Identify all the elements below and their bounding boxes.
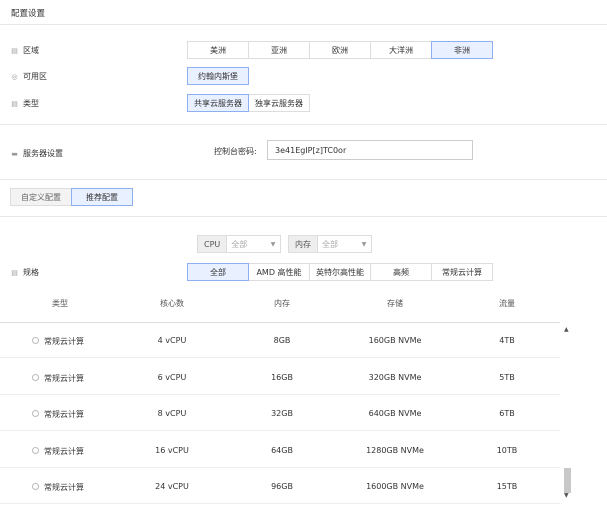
spec-label-group: ▤ 规格 — [11, 267, 39, 278]
region-option-oceania[interactable]: 大洋洲 — [370, 41, 432, 59]
memory-filter-select[interactable]: 内存 全部 ▼ — [288, 235, 372, 253]
type-option-shared[interactable]: 共享云服务器 — [187, 94, 249, 112]
cell-cores: 24 vCPU — [155, 482, 189, 491]
row-radio[interactable] — [32, 373, 39, 381]
col-header-type: 类型 — [52, 299, 68, 308]
divider — [0, 216, 607, 217]
chevron-down-icon: ▼ — [270, 240, 276, 248]
row-radio[interactable] — [32, 483, 39, 490]
cell-cores: 6 vCPU — [157, 372, 187, 382]
cell-type: 常规云计算 — [44, 446, 84, 456]
col-header-memory: 内存 — [274, 299, 290, 308]
col-header-cores: 核心数 — [160, 299, 184, 308]
type-selector: 共享云服务器 独享云服务器 — [187, 94, 310, 112]
scroll-up-icon[interactable]: ▲ — [564, 326, 569, 333]
region-icon: ▤ — [11, 46, 18, 55]
table-row[interactable]: 常规云计算 16 vCPU 64GB 1280GB NVMe 10TB — [0, 432, 560, 468]
server-icon: ▬ — [11, 149, 18, 158]
spec-category-selector: 全部 AMD 高性能 英特尔高性能 高频 常规云计算 — [187, 263, 493, 281]
cell-memory: 64GB — [271, 445, 293, 455]
cell-traffic: 10TB — [496, 445, 518, 455]
table-row[interactable]: 常规云计算 4 vCPU 8GB 160GB NVMe 4TB — [0, 322, 560, 358]
cell-type: 常规云计算 — [44, 373, 84, 383]
cell-cores: 8 vCPU — [157, 409, 187, 418]
divider — [0, 24, 607, 25]
cell-cores: 16 vCPU — [155, 445, 189, 455]
password-label: 控制台密码: — [214, 147, 257, 156]
table-row[interactable]: 常规云计算 6 vCPU 16GB 320GB NVMe 5TB — [0, 359, 560, 395]
region-selector: 美洲 亚洲 欧洲 大洋洲 非洲 — [187, 41, 493, 59]
cpu-filter-select[interactable]: CPU 全部 ▼ — [197, 235, 281, 253]
zone-label: 可用区 — [23, 72, 47, 81]
scroll-down-icon[interactable]: ▼ — [564, 492, 569, 499]
cell-memory: 32GB — [271, 409, 293, 418]
cell-traffic: 4TB — [499, 336, 515, 345]
memory-filter-value: 全部 — [322, 239, 338, 249]
cell-memory: 96GB — [271, 482, 293, 491]
region-label-group: ▤ 区域 — [11, 45, 39, 56]
password-input[interactable]: 3e41EgIP[z]TC0or — [267, 140, 473, 160]
cell-type: 常规云计算 — [44, 410, 84, 419]
cell-storage: 640GB NVMe — [368, 409, 422, 418]
row-radio[interactable] — [32, 410, 39, 417]
cell-cores: 4 vCPU — [157, 336, 187, 345]
cell-storage: 320GB NVMe — [368, 372, 422, 382]
category-amd-high-perf[interactable]: AMD 高性能 — [248, 263, 310, 281]
cell-memory: 16GB — [271, 372, 293, 382]
cell-storage: 160GB NVMe — [368, 336, 422, 345]
divider — [0, 124, 607, 125]
region-option-europe[interactable]: 欧洲 — [309, 41, 371, 59]
tab-recommended-config[interactable]: 推荐配置 — [71, 188, 133, 206]
category-all[interactable]: 全部 — [187, 263, 249, 281]
cell-type: 常规云计算 — [44, 483, 84, 492]
category-general-compute[interactable]: 常规云计算 — [431, 263, 493, 281]
zone-label-group: ◎ 可用区 — [11, 71, 47, 82]
cell-traffic: 5TB — [499, 372, 515, 382]
scrollbar-thumb[interactable] — [564, 468, 571, 493]
col-header-storage: 存储 — [387, 299, 403, 308]
type-option-dedicated[interactable]: 独享云服务器 — [248, 94, 310, 112]
region-option-americas[interactable]: 美洲 — [187, 41, 249, 59]
category-intel-high-perf[interactable]: 英特尔高性能 — [309, 263, 371, 281]
cpu-filter-key: CPU — [198, 236, 228, 252]
spec-label: 规格 — [23, 268, 39, 277]
page-title: 配置设置 — [11, 9, 46, 19]
spec-icon: ▤ — [11, 268, 18, 277]
scrollbar[interactable]: ▲ ▼ — [562, 322, 572, 502]
table-row[interactable]: 常规云计算 24 vCPU 96GB 1600GB NVMe 15TB — [0, 468, 560, 504]
row-radio[interactable] — [32, 446, 39, 454]
memory-filter-key: 内存 — [289, 236, 318, 252]
region-option-africa[interactable]: 非洲 — [431, 41, 493, 59]
cell-type: 常规云计算 — [44, 337, 84, 346]
type-label-group: ▤ 类型 — [11, 98, 39, 109]
table-body: 常规云计算 4 vCPU 8GB 160GB NVMe 4TB 常规云计算 6 vCPU 16… — [0, 322, 560, 511]
zone-icon: ◎ — [11, 72, 18, 81]
divider — [0, 179, 607, 180]
cell-storage: 1280GB NVMe — [366, 445, 424, 455]
server-label-group: ▬ 服务器设置 — [11, 148, 63, 159]
region-label: 区域 — [23, 46, 39, 55]
server-label: 服务器设置 — [23, 149, 63, 158]
chevron-down-icon: ▼ — [361, 240, 367, 248]
category-high-freq[interactable]: 高频 — [370, 263, 432, 281]
table-row[interactable]: 常规云计算 8 vCPU 32GB 640GB NVMe 6TB — [0, 395, 560, 431]
tab-custom-config[interactable]: 自定义配置 — [10, 188, 72, 206]
row-radio[interactable] — [32, 337, 39, 344]
config-tabs: 自定义配置 推荐配置 — [10, 188, 133, 206]
zone-selector: 约翰内斯堡 — [187, 67, 249, 85]
region-option-asia[interactable]: 亚洲 — [248, 41, 310, 59]
cell-memory: 8GB — [273, 336, 291, 345]
type-label: 类型 — [23, 99, 39, 108]
type-icon: ▤ — [11, 99, 18, 108]
col-header-traffic: 流量 — [499, 299, 515, 308]
cell-traffic: 15TB — [496, 482, 518, 491]
cpu-filter-value: 全部 — [231, 239, 248, 249]
cell-traffic: 6TB — [499, 409, 515, 418]
zone-option-johannesburg[interactable]: 约翰内斯堡 — [187, 67, 249, 85]
cell-storage: 1600GB NVMe — [366, 482, 424, 491]
